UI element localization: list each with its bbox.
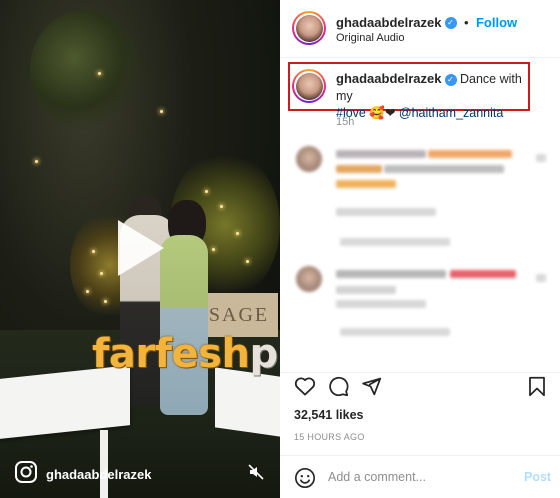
header-username[interactable]: ghadaabdelrazek: [336, 15, 442, 30]
caption-avatar[interactable]: [292, 69, 326, 103]
reel-video[interactable]: SAGE farfeshplus.com ghadaabdelrazek: [0, 0, 280, 498]
string-light: [236, 232, 239, 235]
post-details-panel: ghadaabdelrazek ✓ • Follow Original Audio…: [280, 0, 560, 498]
list-item: [336, 286, 396, 294]
list-item: [536, 274, 546, 282]
list-item: [336, 270, 446, 278]
avatar[interactable]: [292, 11, 326, 45]
list-item: [450, 270, 516, 278]
string-light: [86, 290, 89, 293]
video-owner[interactable]: ghadaabdelrazek: [14, 460, 152, 489]
string-light: [104, 300, 107, 303]
verified-icon: ✓: [444, 16, 457, 29]
list-item: [384, 165, 504, 173]
list-item: [336, 150, 426, 158]
string-light: [35, 160, 38, 163]
audio-label[interactable]: Original Audio: [336, 32, 405, 44]
verified-icon: ✓: [444, 73, 457, 86]
caption-mention[interactable]: @haitham_zannita: [399, 106, 503, 120]
caption-username[interactable]: ghadaabdelrazek: [336, 71, 442, 86]
share-icon[interactable]: [361, 376, 382, 402]
string-light: [100, 272, 103, 275]
heart-icon[interactable]: [294, 376, 316, 401]
string-light: [220, 205, 223, 208]
header-user-line: ghadaabdelrazek ✓ • Follow: [336, 14, 517, 32]
list-item: [336, 208, 436, 216]
caption-emojis: 🥰❤: [369, 106, 396, 120]
comment-input[interactable]: Add a comment...: [328, 470, 426, 484]
caption-timestamp: 15h: [336, 116, 355, 128]
follow-button[interactable]: Follow: [476, 15, 517, 30]
tree-background: [30, 10, 140, 130]
action-bar: [280, 372, 560, 400]
comment-avatar: [296, 146, 322, 172]
bookmark-icon[interactable]: [528, 376, 546, 402]
post-button[interactable]: Post: [524, 470, 551, 484]
woman-figure: [160, 235, 208, 415]
instagram-icon: [14, 460, 38, 489]
string-light: [212, 248, 215, 251]
follow-separator: •: [463, 15, 469, 30]
comment-icon[interactable]: [328, 376, 349, 402]
mute-icon[interactable]: [248, 464, 264, 485]
list-item: [340, 238, 450, 246]
post-timestamp: 15 HOURS AGO: [294, 432, 365, 442]
play-icon[interactable]: [118, 220, 164, 276]
list-item: [536, 154, 546, 162]
likes-count[interactable]: 32,541 likes: [294, 408, 364, 422]
watermark-part-2: plus.com: [249, 331, 280, 377]
comment-avatar: [296, 266, 322, 292]
caption: ghadaabdelrazek ✓ Dance with my #love 🥰❤ …: [336, 70, 536, 122]
site-watermark: farfeshplus.com: [92, 330, 280, 378]
list-item: [336, 300, 426, 308]
emoji-icon[interactable]: [294, 467, 316, 494]
string-light: [160, 110, 163, 113]
string-light: [246, 260, 249, 263]
list-item: [336, 180, 396, 188]
list-item: [428, 150, 512, 158]
list-item: [340, 328, 450, 336]
watermark-part-1: farfesh: [92, 331, 250, 377]
list-item: [336, 165, 382, 173]
video-owner-username: ghadaabdelrazek: [46, 467, 152, 482]
string-light: [205, 190, 208, 193]
string-light: [92, 250, 95, 253]
string-light: [98, 72, 101, 75]
